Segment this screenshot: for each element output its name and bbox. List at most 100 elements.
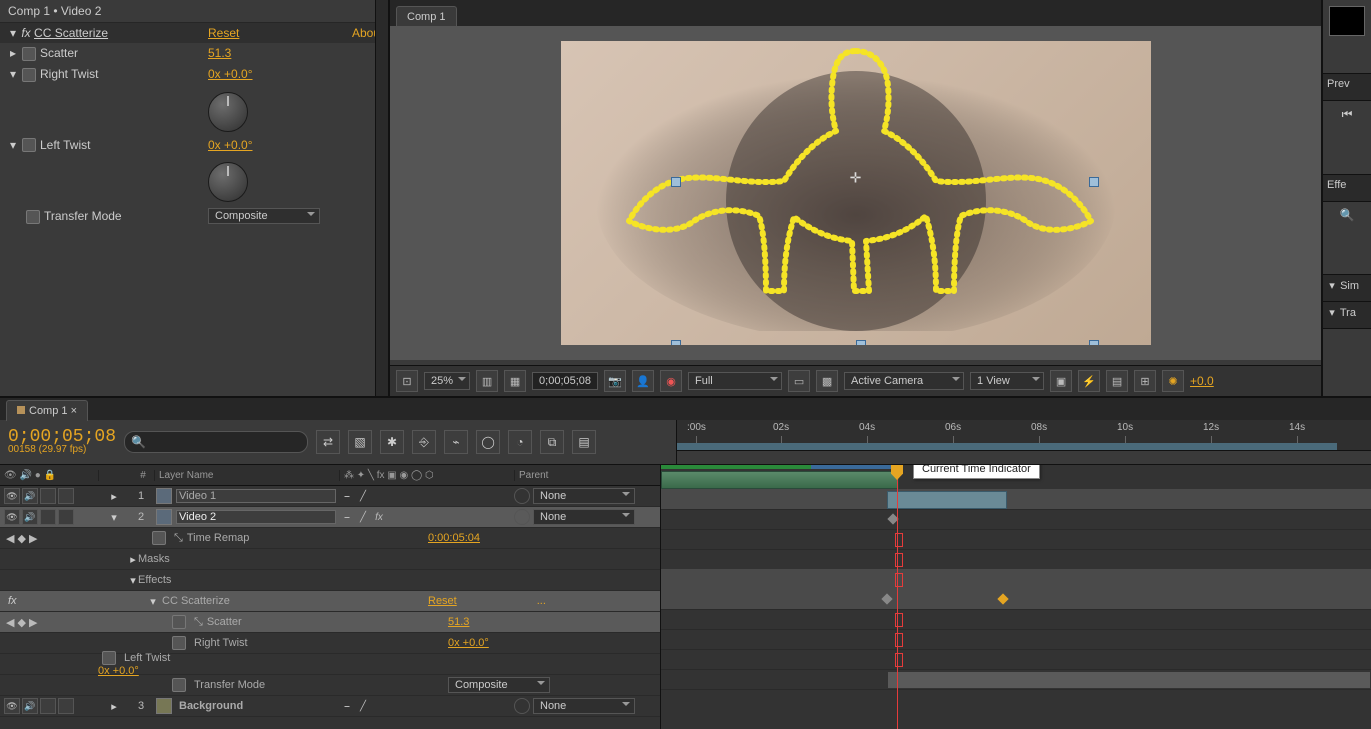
graph-editor-icon[interactable]: ⧉ (540, 430, 564, 454)
layer-color-icon[interactable] (156, 509, 172, 525)
scatter-prop-row-tl[interactable]: ◀ ◆ ▶ ⤡ Scatter51.3 (0, 612, 660, 633)
right-twist-value[interactable]: 0x +0.0° (208, 67, 253, 81)
bbox-handle[interactable] (671, 177, 681, 187)
time-ruler[interactable]: :00s 02s 04s 06s 08s 10s 12s 14s (677, 420, 1371, 451)
timeline-tab[interactable]: Comp 1 × (6, 400, 88, 421)
stopwatch-icon[interactable] (26, 210, 40, 224)
scatter-value-tl[interactable]: 51.3 (448, 616, 469, 628)
simulation-row[interactable]: ▾ Sim (1323, 275, 1371, 302)
stopwatch-icon[interactable] (152, 531, 166, 545)
transfer-mode-dd-tl[interactable]: Composite (448, 677, 550, 693)
layer-bar-video2[interactable] (887, 491, 1007, 509)
layer-bar-video1[interactable] (661, 471, 899, 489)
views-dropdown[interactable]: 1 View (970, 372, 1044, 390)
stopwatch-icon[interactable] (102, 651, 116, 665)
reset-exposure-icon[interactable]: ✺ (1162, 370, 1184, 392)
show-snapshot-icon[interactable]: 👤 (632, 370, 654, 392)
bbox-handle[interactable] (856, 340, 866, 345)
auto-keyframe-icon[interactable]: ◔ (508, 430, 532, 454)
speaker-icon[interactable]: 🔊 (22, 488, 38, 504)
timeline-tracks[interactable]: ↖ Current Time Indicator (661, 465, 1371, 729)
resolution-dropdown[interactable]: Full (688, 372, 782, 390)
frame-blend-icon[interactable]: ⎆ (412, 430, 436, 454)
transparency-grid-icon[interactable]: ▩ (816, 370, 838, 392)
layer-row-video2[interactable]: 👁🔊 ▾ 2 Video 2 ⎯╱fx None (0, 507, 660, 528)
magnification-icon[interactable]: ⊡ (396, 370, 418, 392)
layer-row-video1[interactable]: 👁🔊 ▸ 1 Video 1 ⎯╱ None (0, 486, 660, 507)
layer-color-icon[interactable] (156, 698, 172, 714)
stopwatch-icon[interactable] (22, 68, 36, 82)
bbox-handle[interactable] (1089, 340, 1099, 345)
stopwatch-icon[interactable] (172, 636, 186, 650)
keyframe-icon[interactable] (997, 593, 1008, 604)
effect-name[interactable]: CC Scatterize (34, 26, 108, 40)
roi-icon[interactable]: ▭ (788, 370, 810, 392)
layer-bar-background[interactable] (887, 671, 1371, 689)
anchor-icon[interactable]: ✛ (850, 169, 862, 186)
bbox-handle[interactable] (671, 340, 681, 345)
draft-3d-icon[interactable]: ▧ (348, 430, 372, 454)
shy-icon[interactable]: ✱ (380, 430, 404, 454)
bbox-handle[interactable] (1089, 177, 1099, 187)
stopwatch-icon[interactable] (172, 678, 186, 692)
grid-icon[interactable]: ▦ (504, 370, 526, 392)
snapshot-icon[interactable]: 📷 (604, 370, 626, 392)
pickwhip-icon[interactable] (514, 509, 530, 525)
zoom-dropdown[interactable]: 25% (424, 372, 470, 390)
masks-row[interactable]: ▸ Masks (0, 549, 660, 570)
reset-link[interactable]: Reset (208, 26, 239, 40)
safe-zones-icon[interactable]: ▥ (476, 370, 498, 392)
exposure-value[interactable]: +0.0 (1190, 374, 1214, 388)
more-options-link[interactable]: ... (537, 595, 546, 607)
right-twist-value-tl[interactable]: 0x +0.0° (448, 637, 489, 649)
layer-color-icon[interactable] (156, 488, 172, 504)
timeline-reset-link[interactable]: Reset (428, 595, 457, 607)
viewer-tab[interactable]: Comp 1 (396, 6, 457, 27)
chevron-down-icon[interactable]: ▾ (8, 67, 18, 81)
chevron-right-icon[interactable]: ▸ (8, 46, 18, 60)
parent-dropdown[interactable]: None (533, 488, 635, 504)
time-remap-row[interactable]: ◀ ◆ ▶ ⤡ Time Remap 0:00:05:04 (0, 528, 660, 549)
stopwatch-icon[interactable] (172, 615, 186, 629)
time-remap-value[interactable]: 0:00:05:04 (428, 532, 480, 544)
timeline-icon[interactable]: ▤ (1106, 370, 1128, 392)
camera-dropdown[interactable]: Active Camera (844, 372, 964, 390)
left-twist-row-tl[interactable]: Left Twist0x +0.0° (0, 654, 660, 675)
effects-panel-header[interactable]: Effe (1323, 175, 1371, 202)
current-timecode[interactable]: 0;00;05;08 (8, 429, 116, 445)
scatter-value[interactable]: 51.3 (208, 46, 231, 60)
transfer-mode-dropdown[interactable]: Composite (208, 208, 320, 224)
composition-frame[interactable]: ✛ (561, 41, 1151, 345)
pixel-aspect-icon[interactable]: ▣ (1050, 370, 1072, 392)
transfer-mode-row-tl[interactable]: Transfer ModeComposite (0, 675, 660, 696)
parent-dropdown[interactable]: None (533, 509, 635, 525)
transition-row[interactable]: ▾ Tra (1323, 302, 1371, 329)
search-icon[interactable]: 🔍 (1340, 208, 1355, 222)
eye-icon[interactable]: 👁 (4, 488, 20, 504)
chevron-down-icon[interactable]: ▾ (8, 138, 18, 152)
color-swatch[interactable] (1329, 6, 1365, 36)
chevron-right-icon[interactable]: ▸ (109, 700, 119, 713)
twirl-down-icon[interactable]: ▾ (8, 26, 18, 40)
pickwhip-icon[interactable] (514, 698, 530, 714)
keyframe-icon[interactable] (881, 593, 892, 604)
stopwatch-icon[interactable] (22, 47, 36, 61)
cc-scatterize-row[interactable]: fx ▾ CC Scatterize Reset ... (0, 591, 660, 612)
flowchart-icon[interactable]: ⊞ (1134, 370, 1156, 392)
stopwatch-icon[interactable] (22, 138, 36, 152)
pickwhip-icon[interactable] (514, 488, 530, 504)
timeline-search[interactable]: 🔍 (124, 431, 308, 453)
motion-blur-icon[interactable]: ⌁ (444, 430, 468, 454)
viewer-timecode[interactable]: 0;00;05;08 (532, 372, 598, 390)
speaker-icon[interactable]: 🔊 (22, 509, 38, 525)
eye-icon[interactable]: 👁 (4, 509, 20, 525)
chevron-right-icon[interactable]: ▸ (109, 490, 119, 503)
effects-scrollbar[interactable] (375, 0, 388, 396)
graph-editor-2-icon[interactable]: ▤ (572, 430, 596, 454)
go-to-start-icon[interactable]: ⏮ (1342, 107, 1353, 122)
current-time-indicator[interactable] (897, 465, 898, 729)
brainstorm-icon[interactable]: ◯ (476, 430, 500, 454)
channel-icon[interactable]: ◉ (660, 370, 682, 392)
chevron-down-icon[interactable]: ▾ (109, 511, 119, 524)
left-twist-knob[interactable] (208, 162, 248, 202)
